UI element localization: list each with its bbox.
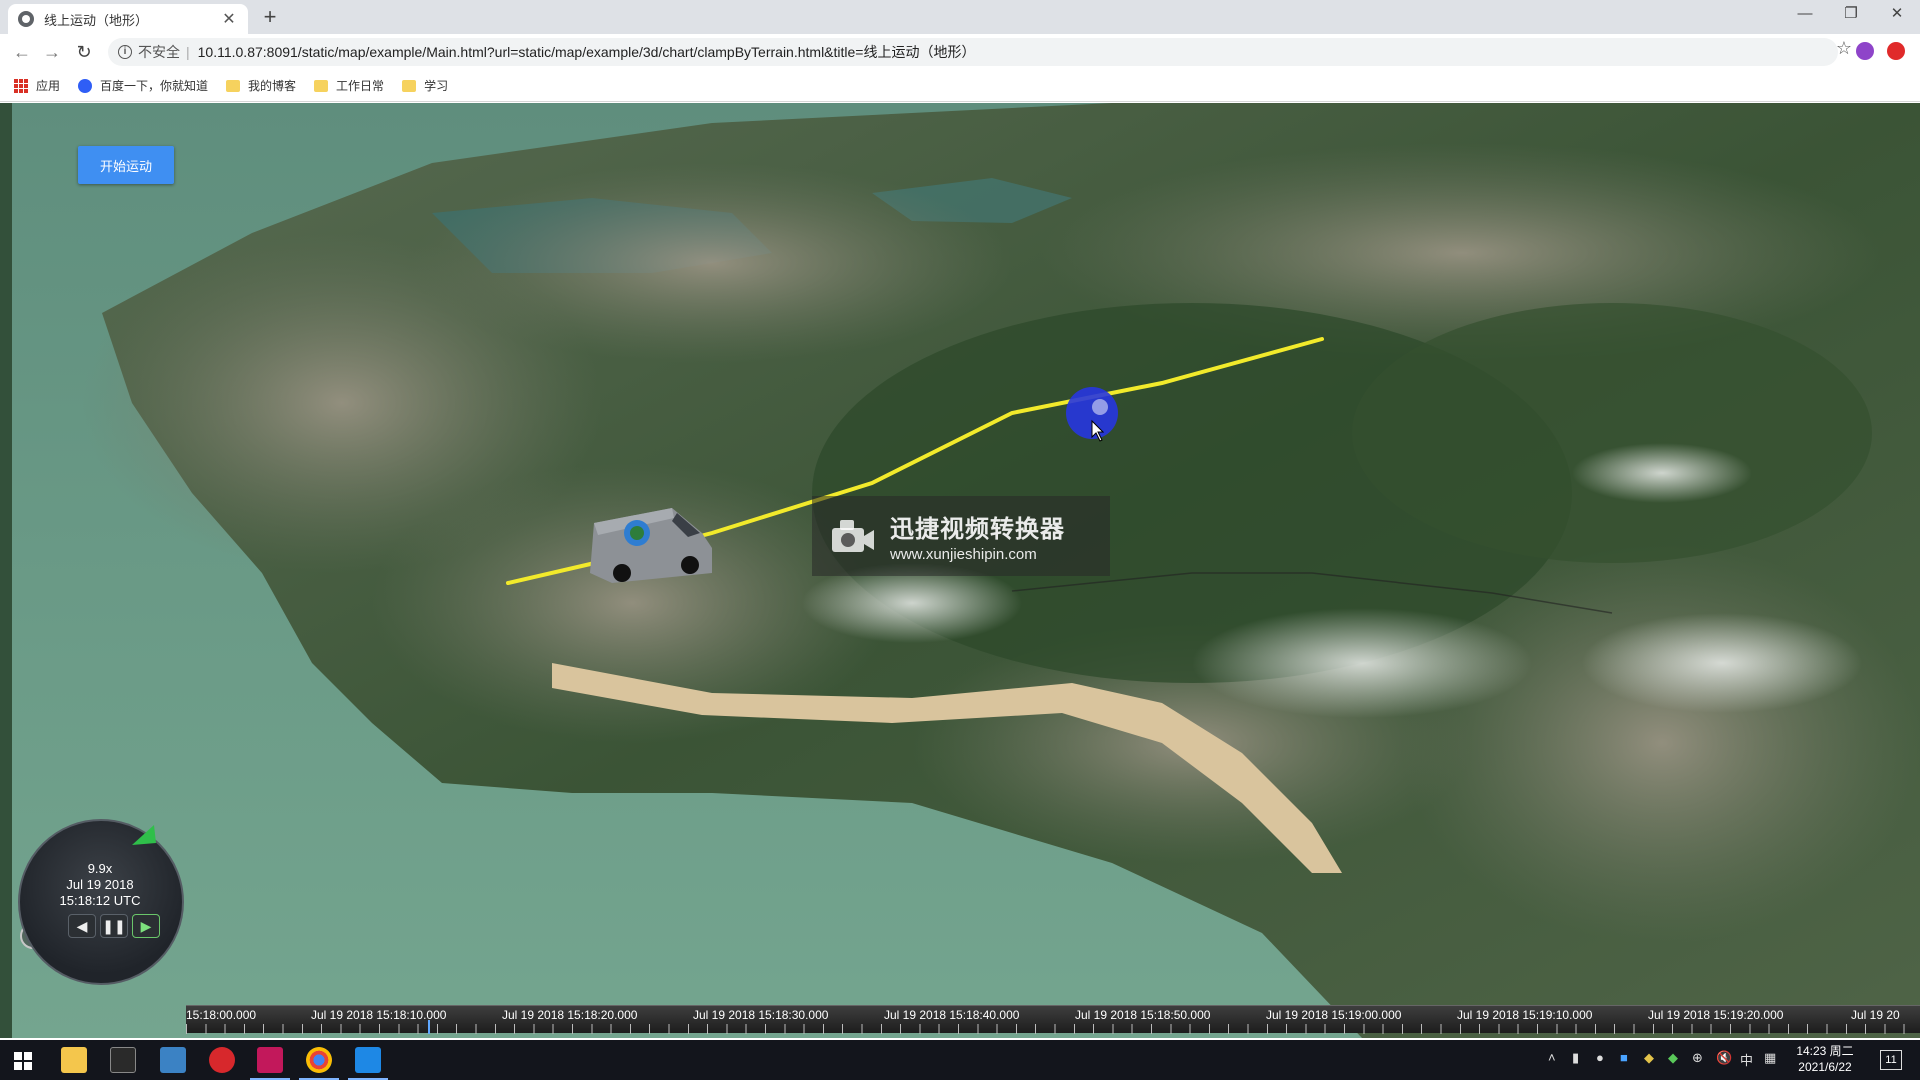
timeline-label: Jul 19 2018 15:19:00.000 (1266, 1008, 1402, 1022)
chrome-icon[interactable] (306, 1047, 332, 1073)
bookmark-baidu[interactable]: 百度一下，你就知道 (78, 77, 208, 94)
tab-bar: 线上运动（地形） ✕ + — ❐ ✕ (0, 0, 1920, 34)
omnibox-divider: | (186, 44, 190, 60)
extension-download-icon[interactable] (1887, 42, 1905, 60)
file-explorer-icon[interactable] (61, 1047, 87, 1073)
city-district (412, 163, 1012, 363)
reload-icon[interactable]: ↻ (72, 40, 96, 64)
timeline-label: Jul 19 2018 15:18:50.000 (1075, 1008, 1211, 1022)
tray-bell-icon[interactable]: ● (1596, 1050, 1604, 1065)
folder-icon (402, 79, 417, 92)
video-watermark: 迅捷视频转换器 www.xunjieshipin.com (812, 496, 1110, 576)
cloud (1572, 443, 1752, 503)
windows-start-icon[interactable] (14, 1052, 32, 1070)
timeline-label: Jul 19 2018 15:18:30.000 (693, 1008, 829, 1022)
tray-shield-icon[interactable]: ◆ (1668, 1050, 1678, 1066)
globe-icon (18, 11, 34, 27)
browser-toolbar: ← → ↻ i 不安全 | 10.11.0.87:8091/static/map… (0, 34, 1920, 70)
camera-icon (828, 516, 876, 556)
folder-icon (226, 79, 241, 92)
bookmark-label: 学习 (424, 79, 449, 93)
folder-icon (314, 79, 329, 92)
bookmark-label: 应用 (36, 79, 61, 93)
taskbar: ˄ ▮ ● ■ ◆ ◆ ⊕ 🔇 中 ▦ 14:23 周二 2021/6/22 1… (0, 1040, 1920, 1080)
ime-indicator[interactable]: 中 (1740, 1050, 1753, 1069)
cloud (1582, 613, 1862, 713)
tab-active[interactable]: 线上运动（地形） ✕ (8, 4, 248, 34)
waypoint-highlight (1092, 399, 1108, 415)
bookmarks-bar: 应用 百度一下，你就知道 我的博客 工作日常 学习 (0, 70, 1920, 102)
notification-center-icon[interactable]: 11 (1880, 1050, 1902, 1070)
restore-button[interactable]: ❐ (1828, 0, 1874, 30)
forest-hill (1352, 303, 1872, 563)
info-icon[interactable]: i (118, 45, 132, 59)
current-date: Jul 19 2018 (66, 877, 134, 892)
minimize-button[interactable]: — (1782, 0, 1828, 30)
extension-icon[interactable] (1856, 42, 1874, 60)
bookmark-blog[interactable]: 我的博客 (226, 77, 296, 94)
bookmark-study[interactable]: 学习 (402, 77, 448, 94)
address-bar[interactable]: i 不安全 | 10.11.0.87:8091/static/map/examp… (108, 38, 1838, 66)
timeline-label: Jul 19 20 (1851, 1008, 1900, 1022)
back-arrow-icon[interactable]: ← (10, 40, 34, 64)
current-time: 15:18:12 UTC (59, 893, 141, 908)
forward-arrow-icon[interactable]: → (40, 40, 64, 64)
bookmark-label: 我的博客 (248, 79, 297, 93)
bookmark-apps[interactable]: 应用 (14, 77, 60, 94)
app-red-icon[interactable] (209, 1047, 235, 1073)
animation-widget[interactable]: 9.9x Jul 19 2018 15:18:12 UTC ◀ ❚❚ ▶ (14, 815, 186, 985)
url-text[interactable]: 10.11.0.87:8091/static/map/example/Main.… (198, 42, 976, 62)
system-clock[interactable]: 14:23 周二 2021/6/22 (1790, 1043, 1860, 1075)
terminal-icon[interactable] (110, 1047, 136, 1073)
timeline-label: 15:18:00.000 (186, 1008, 257, 1022)
play-button[interactable]: ▶ (132, 914, 160, 938)
watermark-url: www.xunjieshipin.com (890, 546, 1037, 563)
tray-chevron-icon[interactable]: ˄ (1548, 1050, 1556, 1065)
timeline-label: Jul 19 2018 15:18:40.000 (884, 1008, 1020, 1022)
ime-mode-icon[interactable]: ▦ (1764, 1050, 1776, 1066)
timeline-label: Jul 19 2018 15:19:20.000 (1648, 1008, 1784, 1022)
security-label: 不安全 (138, 44, 180, 60)
watermark-title: 迅捷视频转换器 (890, 516, 1065, 543)
bookmark-label: 百度一下，你就知道 (100, 79, 209, 93)
clock-date: 2021/6/22 (1798, 1060, 1852, 1074)
mail-app-icon[interactable] (355, 1047, 381, 1073)
bookmark-label: 工作日常 (336, 79, 385, 93)
tab-close-icon[interactable]: ✕ (220, 9, 238, 29)
timeline-label: Jul 19 2018 15:19:10.000 (1457, 1008, 1593, 1022)
apps-grid-icon (14, 78, 28, 93)
timeline-ticks (186, 1024, 1920, 1034)
timeline[interactable]: 15:18:00.000 Jul 19 2018 15:18:10.000 Ju… (186, 1005, 1920, 1034)
timeline-label: Jul 19 2018 15:18:20.000 (502, 1008, 638, 1022)
bookmark-work[interactable]: 工作日常 (314, 77, 384, 94)
tray-mail-icon[interactable]: ■ (1620, 1050, 1628, 1065)
timeline-label: Jul 19 2018 15:18:10.000 (311, 1008, 447, 1022)
speed-needle-icon[interactable] (130, 823, 160, 847)
intellij-icon[interactable] (257, 1047, 283, 1073)
tab-title: 线上运动（地形） (44, 12, 149, 28)
playback-speed: 9.9x (87, 861, 113, 876)
app-window-icon[interactable] (160, 1047, 186, 1073)
network-icon[interactable]: ⊕ (1692, 1050, 1703, 1066)
close-window-button[interactable]: ✕ (1874, 0, 1920, 30)
pause-button[interactable]: ❚❚ (100, 914, 128, 938)
bookmark-star-icon[interactable]: ☆ (1836, 38, 1852, 59)
map-viewport[interactable]: 开始运动 迅捷视频转换器 www.xunjieshipin.com (0, 103, 1920, 1038)
cloud (1192, 608, 1532, 718)
tray-app-icon[interactable]: ▮ (1572, 1050, 1579, 1066)
volume-icon[interactable]: 🔇 (1716, 1050, 1732, 1066)
tray-security-icon[interactable]: ◆ (1644, 1050, 1654, 1066)
start-motion-button[interactable]: 开始运动 (78, 146, 174, 184)
notification-count: 11 (1885, 1054, 1897, 1066)
clock-time: 14:23 周二 (1796, 1044, 1854, 1058)
new-tab-button[interactable]: + (258, 6, 282, 30)
reverse-button[interactable]: ◀ (68, 914, 96, 938)
baidu-paw-icon (78, 78, 93, 93)
